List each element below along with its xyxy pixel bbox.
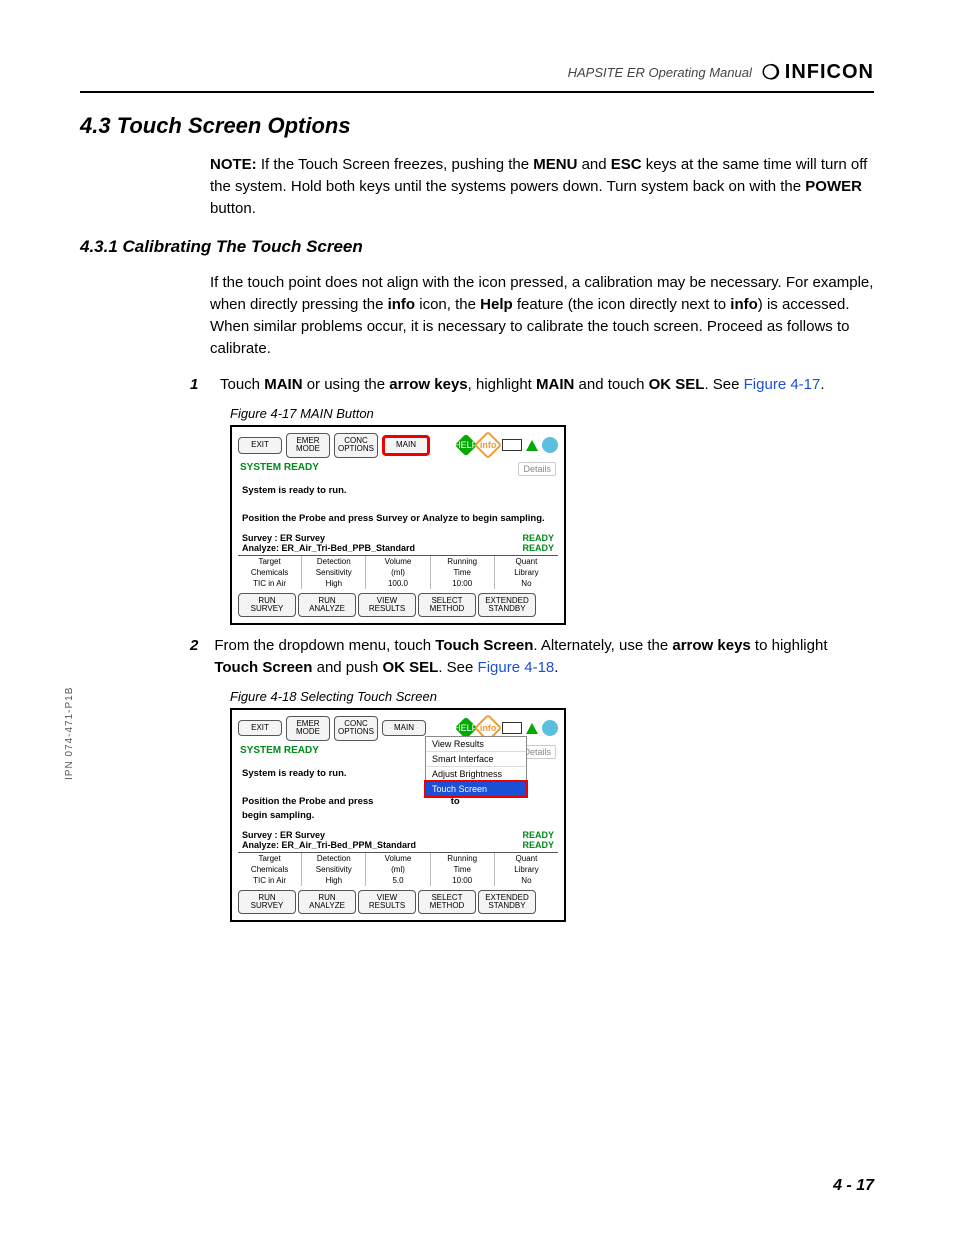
select-method-button[interactable]: SELECT METHOD — [418, 890, 476, 915]
help-word: Help — [480, 296, 513, 313]
instruction-text: Position the Probe and press Survey or A… — [242, 795, 554, 809]
figure-ref-4-17[interactable]: Figure 4-17 — [744, 376, 821, 393]
battery-icon — [502, 722, 522, 734]
figure-4-18-caption: Figure 4-18 Selecting Touch Screen — [230, 689, 874, 704]
view-results-button[interactable]: VIEW RESULTS — [358, 890, 416, 915]
exit-button[interactable]: EXIT — [238, 437, 282, 453]
globe-icon — [542, 437, 558, 453]
dd-touch-screen-highlighted[interactable]: Touch Screen — [426, 782, 526, 796]
esc-key: ESC — [611, 156, 642, 173]
run-survey-button[interactable]: RUN SURVEY — [238, 890, 296, 915]
figure-4-17-device: EXIT EMER MODE CONC OPTIONS MAIN HELP in… — [230, 425, 566, 625]
dd-smart-interface[interactable]: Smart Interface — [426, 752, 526, 767]
main-button[interactable]: MAIN — [382, 720, 426, 736]
dd-view-results[interactable]: View Results — [426, 737, 526, 752]
survey-ready: READY — [522, 830, 554, 840]
step-number: 1 — [190, 374, 208, 396]
analyze-label: Analyze: ER_Air_Tri-Bed_PPB_Standard — [242, 543, 415, 553]
figure-4-17-caption: Figure 4-17 MAIN Button — [230, 406, 874, 421]
survey-ready: READY — [522, 533, 554, 543]
ipn-label: IPN 074-471-P1B — [64, 687, 75, 780]
note-label: NOTE: — [210, 156, 257, 173]
survey-label: Survey : ER Survey — [242, 533, 325, 543]
extended-standby-button[interactable]: EXTENDED STANDBY — [478, 890, 536, 915]
subsection-paragraph: If the touch point does not align with t… — [210, 272, 874, 359]
main-button-highlighted[interactable]: MAIN — [382, 435, 430, 455]
system-ready-label: SYSTEM READY — [240, 745, 319, 759]
params-table: TargetDetectionVolumeRunningQuant Chemic… — [238, 555, 558, 589]
note-paragraph: NOTE: If the Touch Screen freezes, pushi… — [210, 154, 874, 219]
logo-swirl-icon: ❍ — [762, 60, 781, 85]
emer-mode-button[interactable]: EMER MODE — [286, 433, 330, 458]
run-analyze-button[interactable]: RUN ANALYZE — [298, 890, 356, 915]
extended-standby-button[interactable]: EXTENDED STANDBY — [478, 593, 536, 618]
brand-text: INFICON — [785, 61, 874, 84]
battery-icon — [502, 439, 522, 451]
analyze-ready: READY — [522, 840, 554, 850]
step-number: 2 — [190, 635, 202, 679]
survey-label: Survey : ER Survey — [242, 830, 325, 840]
status-triangle-icon — [526, 723, 538, 734]
emer-mode-button[interactable]: EMER MODE — [286, 716, 330, 741]
manual-title: HAPSITE ER Operating Manual — [568, 65, 752, 80]
dd-adjust-brightness[interactable]: Adjust Brightness — [426, 767, 526, 782]
select-method-button[interactable]: SELECT METHOD — [418, 593, 476, 618]
menu-key: MENU — [533, 156, 577, 173]
page-number: 4 - 17 — [833, 1177, 874, 1195]
section-heading: 4.3 Touch Screen Options — [80, 113, 874, 139]
power-key: POWER — [805, 178, 862, 195]
run-survey-button[interactable]: RUN SURVEY — [238, 593, 296, 618]
params-table: TargetDetectionVolumeRunningQuant Chemic… — [238, 852, 558, 886]
figure-ref-4-18[interactable]: Figure 4-18 — [478, 659, 555, 676]
view-results-button[interactable]: VIEW RESULTS — [358, 593, 416, 618]
main-dropdown[interactable]: View Results Smart Interface Adjust Brig… — [425, 736, 527, 797]
step-1: 1 Touch MAIN or using the arrow keys, hi… — [190, 374, 874, 396]
instruction-text: Position the Probe and press Survey or A… — [242, 512, 554, 526]
details-button[interactable]: Details — [518, 462, 556, 476]
brand-logo: ❍ INFICON — [762, 60, 874, 85]
subsection-heading: 4.3.1 Calibrating The Touch Screen — [80, 237, 874, 257]
system-ready-label: SYSTEM READY — [240, 462, 319, 476]
exit-button[interactable]: EXIT — [238, 720, 282, 736]
globe-icon — [542, 720, 558, 736]
conc-options-button[interactable]: CONC OPTIONS — [334, 433, 378, 458]
status-triangle-icon — [526, 440, 538, 451]
conc-options-button[interactable]: CONC OPTIONS — [334, 716, 378, 741]
ready-text: System is ready to run. — [242, 484, 554, 498]
info-word: info — [388, 296, 416, 313]
analyze-label: Analyze: ER_Air_Tri-Bed_PPM_Standard — [242, 840, 416, 850]
note-text: If the Touch Screen freezes, pushing the — [261, 156, 533, 173]
step-2: 2 From the dropdown menu, touch Touch Sc… — [190, 635, 874, 679]
analyze-ready: READY — [522, 543, 554, 553]
info-icon[interactable]: info — [474, 431, 502, 459]
run-analyze-button[interactable]: RUN ANALYZE — [298, 593, 356, 618]
